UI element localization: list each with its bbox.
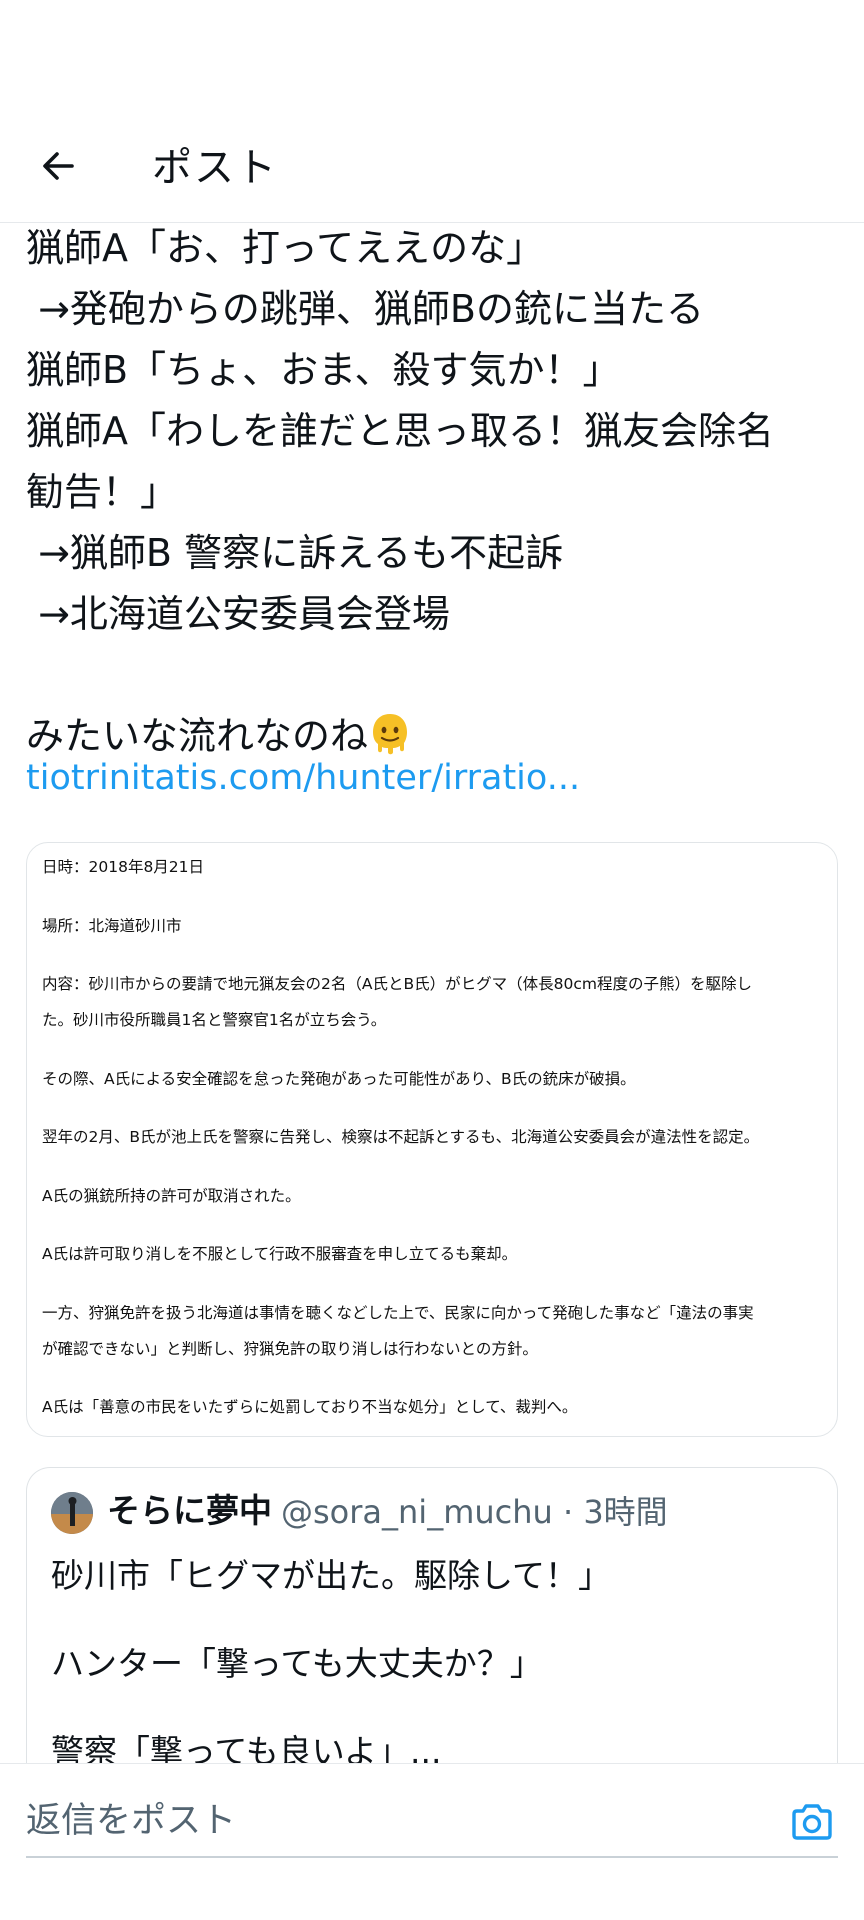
- app-root: 猟師A「お、打ってええのな」 →発砲からの跳弾、猟師Bの銃に当たる 猟師B「ちょ…: [0, 0, 864, 1920]
- doc-line-content-cont: た。砂川市役所職員1名と警察官1名が立ち会う。: [42, 1011, 387, 1029]
- tweet-text-content: 猟師A「お、打ってええのな」 →発砲からの跳弾、猟師Bの銃に当たる 猟師B「ちょ…: [26, 226, 774, 758]
- arrow-left-icon: [38, 146, 78, 190]
- camera-icon: [790, 1802, 834, 1846]
- doc-line-appeal: A氏は許可取り消しを不服として行政不服審査を申し立てるも棄却。: [42, 1245, 518, 1263]
- camera-button[interactable]: [784, 1796, 840, 1852]
- doc-line-hokkaido-cont: が確認できない」と判断し、狩猟免許の取り消しは行わないとの方針。: [42, 1340, 538, 1358]
- reply-bar: 返信をポスト: [0, 1763, 864, 1920]
- doc-line-incident: その際、A氏による安全確認を怠った発砲があった可能性があり、B氏の銃床が破損。: [42, 1070, 636, 1088]
- doc-line-complaint: 翌年の2月、B氏が池上氏を警察に告発し、検察は不起訴とするも、北海道公安委員会が…: [42, 1128, 760, 1146]
- quoted-tweet-card[interactable]: そらに夢中 @sora_ni_muchu · 3時間 砂川市「ヒグマが出た。駆除…: [26, 1467, 838, 1797]
- doc-line-hokkaido: 一方、狩猟免許を扱う北海道は事情を聴くなどした上で、民家に向かって発砲した事など…: [42, 1304, 754, 1322]
- doc-line-revoked: A氏の猟銃所持の許可が取消された。: [42, 1187, 301, 1205]
- page-title: ポスト: [152, 145, 278, 191]
- tweet-link[interactable]: tiotrinitatis.com/hunter/irratio...: [26, 750, 846, 806]
- reply-underline: [26, 1856, 838, 1858]
- doc-line-place: 場所：北海道砂川市: [42, 917, 182, 935]
- doc-line-date: 日時：2018年8月21日: [42, 858, 205, 876]
- doc-line-lawsuit: A氏は「善意の市民をいたずらに処罰しており不当な処分」として、裁判へ。: [42, 1398, 578, 1416]
- tweet-text: 猟師A「お、打ってええのな」 →発砲からの跳弾、猟師Bの銃に当たる 猟師B「ちょ…: [26, 218, 846, 773]
- quote-text: 砂川市「ヒグマが出た。駆除して！」 ハンター「撃っても大丈夫か？」 警察「撃って…: [51, 1556, 612, 1771]
- back-button[interactable]: [28, 138, 88, 198]
- top-bar: ポスト: [0, 110, 864, 223]
- attached-image-card[interactable]: 日時：2018年8月21日 場所：北海道砂川市 内容：砂川市からの要請で地元猟友…: [26, 842, 838, 1437]
- avatar[interactable]: [51, 1492, 93, 1534]
- quote-author-handle: @sora_ni_muchu · 3時間: [281, 1493, 668, 1531]
- quote-author-name[interactable]: そらに夢中: [107, 1488, 272, 1534]
- doc-line-content: 内容：砂川市からの要請で地元猟友会の2名（A氏とB氏）がヒグマ（体長80cm程度…: [42, 975, 752, 993]
- reply-input[interactable]: 返信をポスト: [26, 1796, 726, 1846]
